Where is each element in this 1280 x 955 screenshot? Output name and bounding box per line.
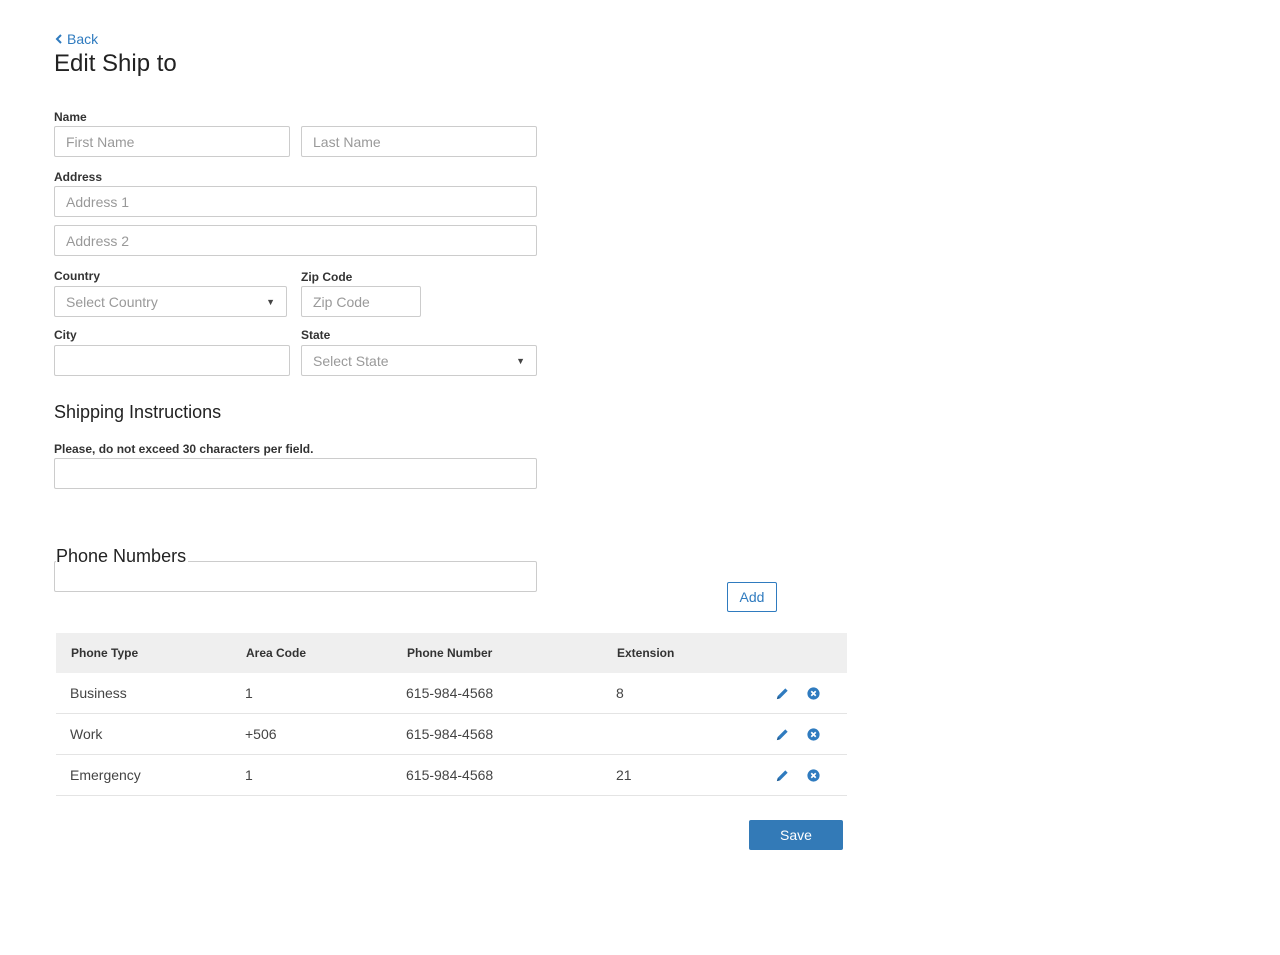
address-label: Address: [54, 170, 103, 184]
column-header-extension: Extension: [617, 646, 675, 660]
save-button[interactable]: Save: [749, 820, 843, 850]
cell-actions: [759, 673, 847, 714]
cell-area-code: 1: [231, 673, 392, 714]
cell-phone-number: 615-984-4568: [392, 673, 602, 714]
cell-extension: 8: [602, 673, 759, 714]
cell-phone-number: 615-984-4568: [392, 713, 602, 755]
column-header-phone-type: Phone Type: [71, 646, 139, 660]
zip-label: Zip Code: [301, 270, 353, 284]
remove-circle-icon[interactable]: [806, 727, 821, 742]
state-select-value: Select State: [313, 352, 389, 369]
shipping-hint: Please, do not exceed 30 characters per …: [54, 442, 314, 456]
chevron-left-icon: [55, 34, 62, 44]
cell-phone-type: Business: [56, 673, 231, 714]
pencil-icon[interactable]: [775, 727, 790, 742]
pencil-icon[interactable]: [775, 768, 790, 783]
shipping-instructions-title: Shipping Instructions: [54, 402, 222, 422]
state-label: State: [301, 328, 331, 342]
column-header-area-code: Area Code: [246, 646, 307, 660]
cell-phone-type: Work: [56, 713, 231, 755]
remove-circle-icon[interactable]: [806, 686, 821, 701]
phone-table: Phone Type Area Code Phone Number Extens…: [56, 633, 847, 796]
cell-phone-number: 615-984-4568: [392, 754, 602, 796]
state-select[interactable]: Select State ▼: [301, 345, 537, 376]
zip-input[interactable]: [301, 286, 421, 317]
column-header-phone-number: Phone Number: [407, 646, 493, 660]
page-title: Edit Ship to: [54, 50, 177, 77]
caret-down-icon: ▼: [516, 355, 525, 366]
country-select-value: Select Country: [66, 293, 158, 310]
table-row: Emergency 1 615-984-4568 21: [56, 754, 847, 796]
cell-actions: [759, 754, 847, 796]
caret-down-icon: ▼: [266, 296, 275, 307]
cell-extension: 21: [602, 754, 759, 796]
city-input[interactable]: [54, 345, 290, 376]
country-label: Country: [54, 269, 100, 283]
name-label: Name: [54, 110, 87, 124]
cell-phone-type: Emergency: [56, 754, 231, 796]
table-header-row: Phone Type Area Code Phone Number Extens…: [56, 633, 847, 673]
table-row: Work +506 615-984-4568: [56, 713, 847, 755]
cell-actions: [759, 713, 847, 755]
back-label: Back: [67, 31, 99, 47]
address2-input[interactable]: [54, 225, 537, 256]
table-row: Business 1 615-984-4568 8: [56, 673, 847, 714]
city-label: City: [54, 328, 77, 342]
column-header-actions: [759, 633, 847, 673]
cell-area-code: 1: [231, 754, 392, 796]
shipping-instructions-input[interactable]: [54, 458, 537, 489]
back-link[interactable]: Back: [55, 30, 98, 48]
country-select[interactable]: Select Country ▼: [54, 286, 287, 317]
last-name-input[interactable]: [301, 126, 537, 157]
address1-input[interactable]: [54, 186, 537, 217]
cell-extension: [602, 713, 759, 755]
phone-numbers-title: Phone Numbers: [56, 545, 189, 567]
first-name-input[interactable]: [54, 126, 290, 157]
remove-circle-icon[interactable]: [806, 768, 821, 783]
pencil-icon[interactable]: [775, 686, 790, 701]
cell-area-code: +506: [231, 713, 392, 755]
add-phone-button[interactable]: Add: [727, 582, 777, 612]
